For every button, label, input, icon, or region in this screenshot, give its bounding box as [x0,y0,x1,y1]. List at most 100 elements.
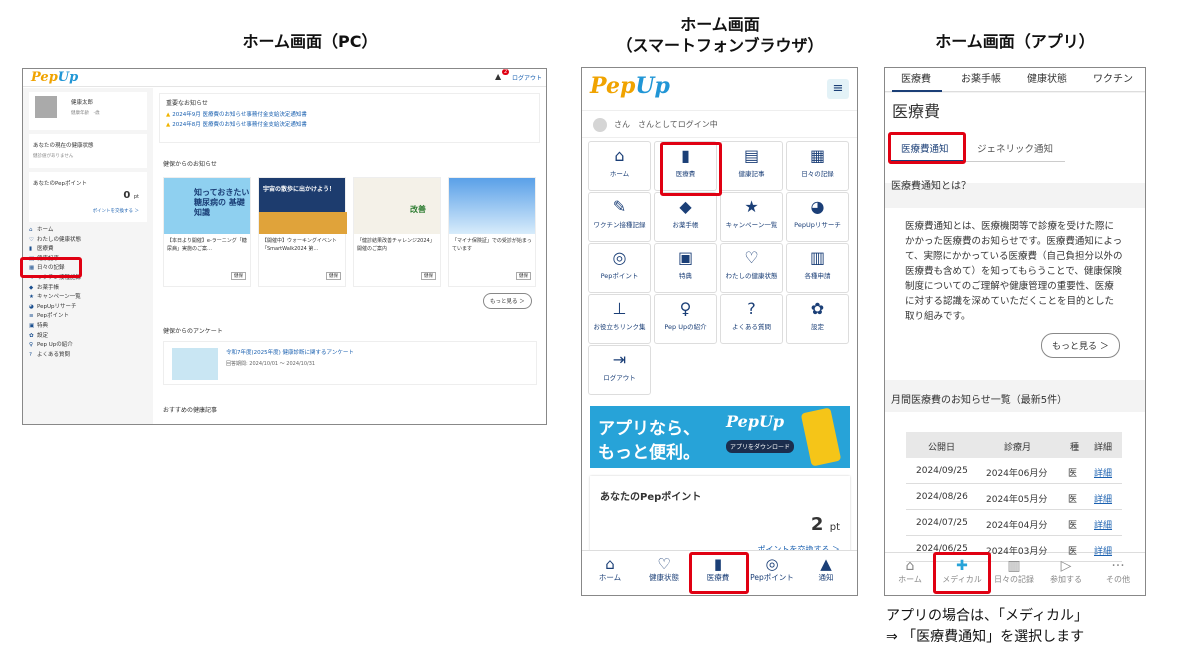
highlight-sp-tab-medical [689,552,749,594]
daily-record-icon: ▥ [1007,558,1021,574]
sidebar-item-medicine-notebook[interactable]: ◆ お薬手帳 [29,284,147,294]
app-note-line2: ⇒ 「医療費通知」を選択します [886,629,1085,645]
campaigns-icon: ★ [744,197,759,216]
sp-points-card: あなたのPepポイント 2 pt ポイントを交換する ＞ [590,476,850,556]
sidebar-item-medical-cost[interactable]: ▮ 医療費 [29,245,147,255]
sidebar-item-label: お薬手帳 [37,284,60,291]
grid-item-home[interactable]: ⌂ ホーム [588,141,651,191]
tab-health[interactable]: ♡ 健康状態 [637,556,691,583]
grid-item-pepup-intro[interactable]: ♀ Pep Upの紹介 [654,294,717,344]
sidebar-item-label: ホーム [37,227,54,233]
grid-item-label: Pep Upの紹介 [664,323,707,331]
sidebar-item-pep-points[interactable]: ≡ Pepポイント [29,312,147,322]
logo-pep: Pep [31,70,58,85]
user-meta: 健康年齢 -歳 [71,111,100,116]
grid-item-label: 日々の記録 [801,170,834,178]
banner-line2: もっと便利。 [598,443,700,463]
bell-icon[interactable]: ▲ [495,72,501,81]
more-button[interactable]: もっと見る ＞ [483,293,532,309]
notifications-icon: ▲ [820,555,832,573]
grid-item-label: お薬手帳 [672,221,699,229]
grid-item-label: お役立ちリンク集 [593,323,646,331]
detail-link[interactable]: 詳細 [1094,492,1112,505]
sidebar-item-home[interactable]: ⌂ ホーム [29,226,147,236]
pep-points-icon: ◎ [612,248,627,267]
news-card[interactable]: 改善 「健診結果改善チャレンジ2024」開催のご案内 健保 [353,177,441,287]
row-kind: 医 [1068,469,1078,479]
sidebar-item-label: わたしの健康状態 [37,236,82,243]
app-tab-vaccine[interactable]: ワクチン [1093,70,1133,85]
sidebar-item-faq[interactable]: ? よくある質問 [29,351,147,361]
insurer-news-title: 健保からのお知らせ [163,161,217,168]
news-card[interactable]: 宇宙の散歩に出かけよう！ 【開催中】ウォーキングイベント「SmartWalk20… [258,177,347,287]
survey-card[interactable]: 令和7年度(2025年度) 健康診断に関するアンケート 回答期間: 2024/1… [163,341,537,385]
row-kind: 医 [1068,495,1078,505]
download-button[interactable]: アプリをダウンロード [726,440,795,453]
points-unit: pt [133,194,139,200]
hamburger-menu-icon[interactable]: ≡ [827,79,849,99]
row-month: 2024年05月分 [986,495,1048,505]
app-bottom-tab-daily-record[interactable]: ▥ 日々の記録 [989,558,1039,585]
logout-link[interactable]: ログアウト [512,73,542,82]
grid-item-pepup-research[interactable]: ◕ PepUpリサーチ [786,192,849,242]
survey-name: 令和7年度(2025年度) 健康診断に関するアンケート [226,350,354,356]
app-bottom-tab-home[interactable]: ⌂ ホーム [885,558,935,585]
grid-item-label: ホーム [609,170,630,178]
grid-item-vaccine-record[interactable]: ✎ ワクチン接種記録 [588,192,651,242]
grid-item-benefits[interactable]: ▣ 特典 [654,243,717,293]
important-item[interactable]: ▲ 2024年8月 医療費のお知らせ事務付金支給決定通知書 [166,120,533,130]
important-item[interactable]: ▲ 2024年9月 医療費のお知らせ事務付金支給決定通知書 [166,110,533,120]
grid-item-faq[interactable]: ? よくある質問 [720,294,783,344]
exchange-link[interactable]: ポイントを交換する ＞ [93,208,139,214]
sub-tab-generic-notice[interactable]: ジェネリック通知 [977,141,1053,155]
grid-item-applications[interactable]: ▥ 各種申請 [786,243,849,293]
app-tab-medical-cost[interactable]: 医療費 [901,70,931,85]
grid-item-medicine-notebook[interactable]: ◆ お薬手帳 [654,192,717,242]
app-bottom-tab-other[interactable]: ··· その他 [1093,558,1143,585]
detail-link[interactable]: 詳細 [1094,544,1112,557]
detail-link[interactable]: 詳細 [1094,466,1112,479]
app-more-button[interactable]: もっと見る ＞ [1041,333,1120,358]
card-image [449,178,535,234]
sidebar-item-pepup-research[interactable]: ◕ PepUpリサーチ [29,303,147,313]
sidebar-item-settings[interactable]: ✿ 設定 [29,332,147,342]
grid-item-campaigns[interactable]: ★ キャンペーン一覧 [720,192,783,242]
detail-link[interactable]: 詳細 [1094,518,1112,531]
app-tab-health[interactable]: 健康状態 [1027,70,1067,85]
news-card[interactable]: 「マイナ保険証」での受診が始まっています 健保 [448,177,536,287]
card-tag: 健保 [516,272,531,280]
app-banner[interactable]: アプリなら、 もっと便利。 PepUp アプリをダウンロード [590,406,850,468]
grid-item-pep-points[interactable]: ◎ Pepポイント [588,243,651,293]
app-tab-medicine-notebook[interactable]: お薬手帳 [961,70,1001,85]
pc-menu: ⌂ ホーム ♡ わたしの健康状態 ▮ 医療費 ▤ 健康記事 ▦ 日々の記録 ✎ ワクチン接種記録 ◆ お薬… [29,226,147,360]
card-image-text: 宇宙の散歩に出かけよう！ [263,186,336,193]
pepup-research-icon: ◕ [29,303,34,310]
grid-item-my-health[interactable]: ♡ わたしの健康状態 [720,243,783,293]
tab-notifications[interactable]: ▲ 通知 [799,556,853,583]
grid-item-label: キャンペーン一覧 [725,221,778,229]
sp-logo[interactable]: PepUp [590,73,670,99]
card-image: 改善 [354,178,440,234]
grid-item-useful-links[interactable]: ⊥ お役立ちリンク集 [588,294,651,344]
app-heading: ホーム画面（アプリ） [935,32,1095,51]
page-title: 医療費 [892,102,941,121]
grid-item-logout[interactable]: ⇥ ログアウト [588,345,651,395]
grid-item-label: わたしの健康状態 [725,272,778,280]
logo-up: Up [57,70,79,85]
important-box: 重要なお知らせ ▲ 2024年9月 医療費のお知らせ事務付金支給決定通知書 ▲ 20… [159,93,540,143]
sidebar-item-my-health[interactable]: ♡ わたしの健康状態 [29,236,147,246]
sidebar-item-label: Pep Upの紹介 [37,342,73,349]
news-card[interactable]: 知っておきたい 糖尿病の 基礎知識 【本日より開催】e-ラーニング「糖尿病」実施… [163,177,251,287]
grid-item-settings[interactable]: ✿ 設定 [786,294,849,344]
sidebar-item-benefits[interactable]: ▣ 特典 [29,322,147,332]
pc-logo[interactable]: PepUp [31,70,78,85]
points-card: あなたのPepポイント 0 pt ポイントを交換する ＞ [29,172,147,222]
grid-item-daily-record[interactable]: ▦ 日々の記録 [786,141,849,191]
tab-pep-points[interactable]: ◎ Pepポイント [745,556,799,583]
app-bottom-tab-join[interactable]: ▷ 参加する [1041,558,1091,585]
sidebar-item-campaigns[interactable]: ★ キャンペーン一覧 [29,293,147,303]
grid-item-health-articles[interactable]: ▤ 健康記事 [720,141,783,191]
logo-pep: Pep [726,412,759,431]
tab-home[interactable]: ⌂ ホーム [583,556,637,583]
sidebar-item-pepup-intro[interactable]: ♀ Pep Upの紹介 [29,341,147,351]
